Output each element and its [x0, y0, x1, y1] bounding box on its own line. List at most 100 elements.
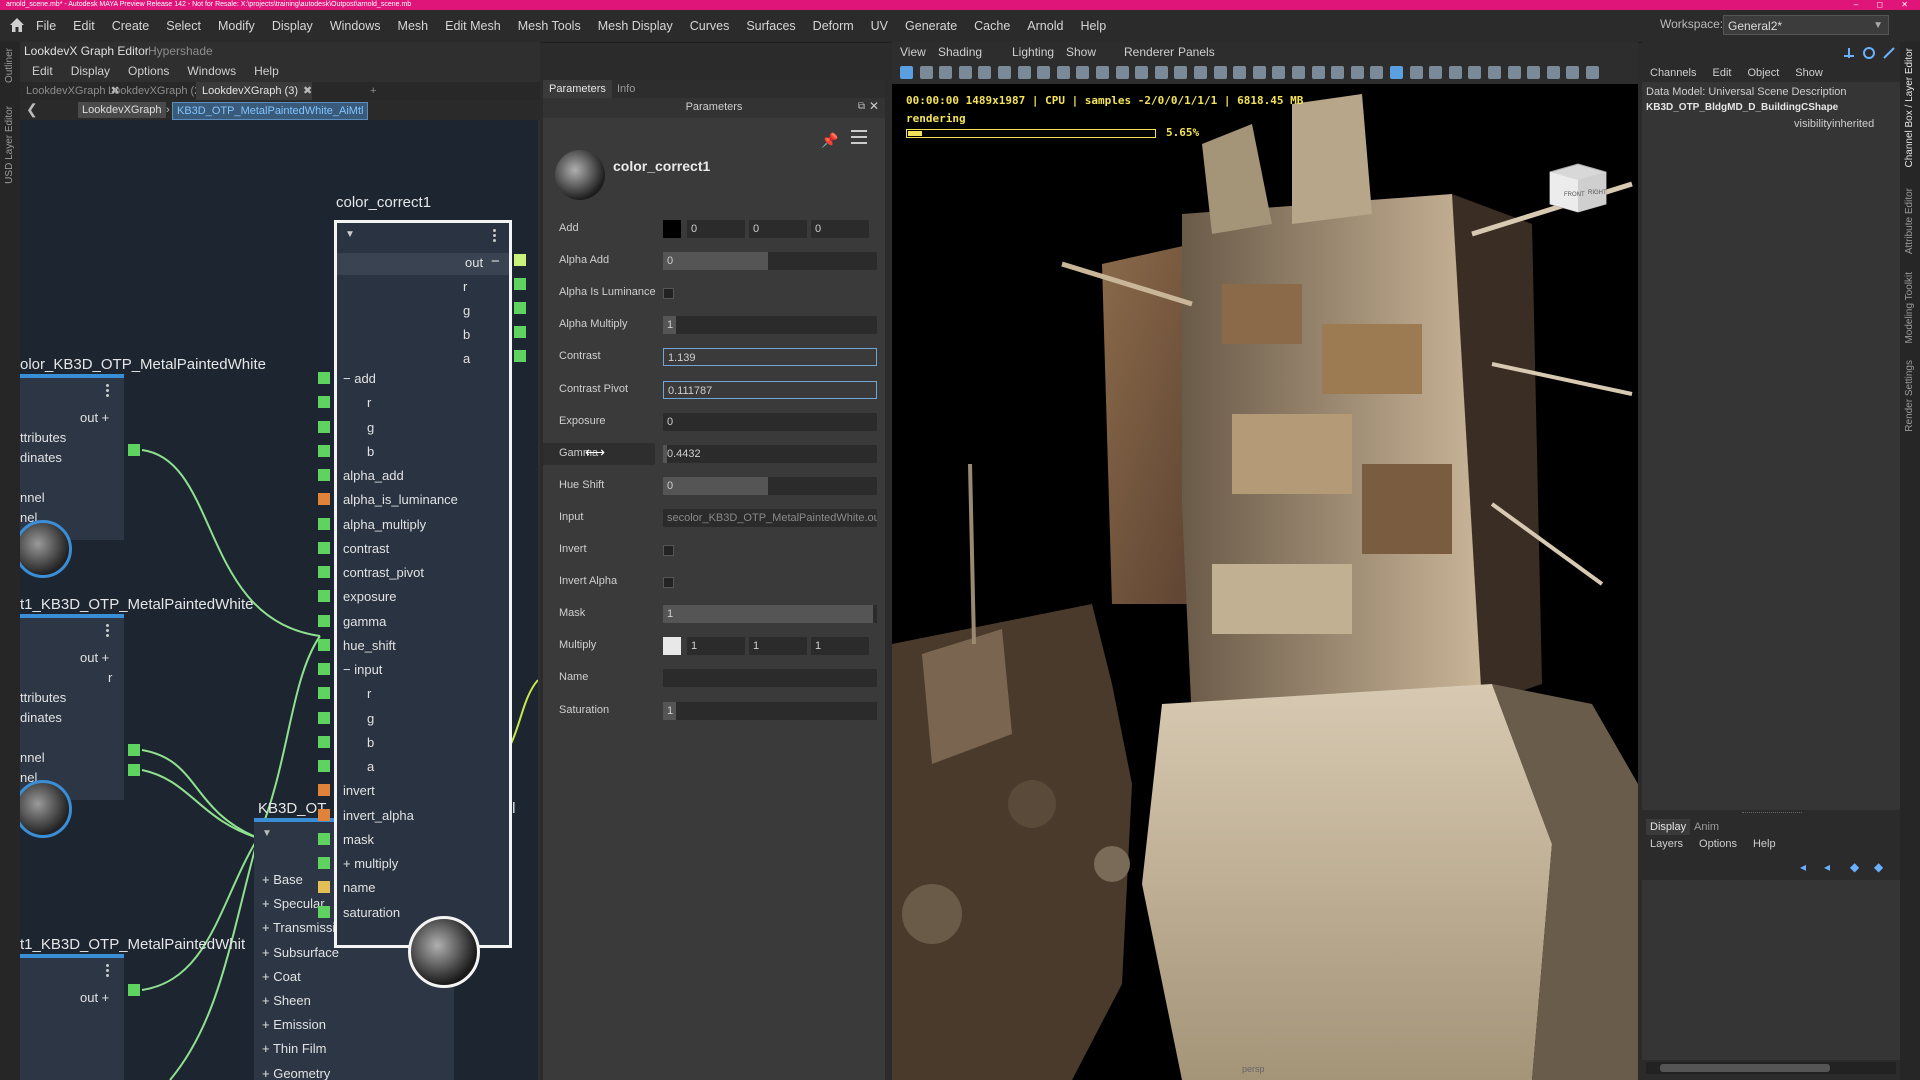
layer-menu-layers[interactable]: Layers — [1650, 838, 1683, 856]
ao-icon[interactable] — [1154, 66, 1168, 79]
expand-icon[interactable]: + — [262, 945, 273, 960]
input-port[interactable] — [318, 857, 330, 869]
safe-area-icon[interactable] — [1037, 66, 1051, 79]
tab-display[interactable]: Display — [1646, 819, 1691, 835]
hamburger-menu-icon[interactable] — [851, 130, 867, 148]
collapse-icon[interactable]: ▼ — [345, 229, 355, 240]
back-arrow-icon[interactable]: ❮ — [26, 101, 38, 118]
param-field[interactable]: 0 — [663, 412, 877, 431]
param-field[interactable]: 1.139 — [663, 348, 877, 367]
visibility-attr-value[interactable]: inherited — [1832, 118, 1874, 130]
menu-help[interactable]: Help — [1080, 19, 1106, 33]
input-port[interactable] — [318, 566, 330, 578]
r-port[interactable] — [128, 764, 140, 776]
resolution-gate-icon[interactable] — [1409, 66, 1423, 79]
outliner-tab[interactable]: Outliner — [4, 48, 15, 83]
modeling-toolkit-tab[interactable]: Modeling Toolkit — [1904, 272, 1915, 344]
param-field[interactable] — [663, 669, 877, 688]
grid-icon[interactable] — [1370, 66, 1384, 79]
expand-icon[interactable]: + — [262, 920, 273, 935]
param-field[interactable]: 1 — [663, 701, 877, 720]
material-group[interactable]: + Emission — [262, 1017, 326, 1032]
lookdev-menu-display[interactable]: Display — [71, 64, 110, 78]
menu-create[interactable]: Create — [112, 19, 150, 33]
render-view[interactable]: 00:00:00 1489x1987 | CPU | samples -2/0/… — [892, 84, 1638, 1080]
shadows-icon[interactable] — [1527, 66, 1541, 79]
render-settings-tab[interactable]: Render Settings — [1904, 360, 1915, 432]
material-group[interactable]: + Base — [262, 872, 303, 887]
panel-splitter[interactable] — [1742, 812, 1802, 816]
menu-modify[interactable]: Modify — [218, 19, 255, 33]
camera-icon[interactable] — [919, 66, 933, 79]
attribute-editor-tab[interactable]: Attribute Editor — [1904, 188, 1915, 254]
textured-icon[interactable] — [1096, 66, 1109, 79]
viewport-menu-show[interactable]: Show — [1066, 45, 1096, 59]
xray-icon[interactable] — [1213, 66, 1227, 79]
menu-cache[interactable]: Cache — [974, 19, 1010, 33]
motion-blur-icon[interactable] — [1566, 66, 1580, 79]
color-correct-node[interactable]: ▼ out − r g b a − add r g b alpha_add alpha_is_lu… — [334, 220, 512, 948]
param-field[interactable]: 0.4432 — [663, 444, 877, 463]
color-component-field[interactable]: 1 — [749, 637, 807, 656]
layer-menu-options[interactable]: Options — [1699, 838, 1737, 856]
param-field[interactable]: 0.111787 — [663, 380, 877, 399]
menu-deform[interactable]: Deform — [813, 19, 854, 33]
shadows-icon[interactable] — [1135, 66, 1149, 79]
channelbox-menu-show[interactable]: Show — [1795, 67, 1823, 79]
out-port[interactable] — [514, 254, 526, 266]
move-layer-down-icon[interactable]: ◂ — [1824, 860, 1830, 874]
expand-icon[interactable]: + — [262, 872, 273, 887]
new-layer-icon[interactable]: ◆ — [1850, 860, 1859, 874]
viewport-menu-view[interactable]: View — [900, 45, 926, 59]
expand-icon[interactable]: + — [262, 1017, 273, 1032]
input-port[interactable] — [318, 469, 330, 481]
viewport-menu-panels[interactable]: Panels — [1178, 45, 1215, 59]
color-component-field[interactable]: 0 — [749, 220, 807, 238]
viewcube-icon[interactable]: FRONT RIGHT — [1544, 158, 1610, 214]
float-window-icon[interactable]: ⧉ — [858, 101, 865, 112]
grid-icon[interactable] — [978, 66, 992, 79]
param-field[interactable]: 1 — [663, 316, 877, 335]
tab-parameters[interactable]: Parameters — [543, 80, 612, 98]
expand-icon[interactable]: + — [262, 993, 273, 1008]
workspace-select[interactable]: General2* ▼ — [1723, 15, 1889, 35]
param-checkbox[interactable] — [663, 577, 674, 589]
select-tool-icon[interactable] — [900, 66, 913, 79]
lookdev-menu-edit[interactable]: Edit — [32, 64, 53, 78]
collapse-icon[interactable]: ▼ — [262, 828, 272, 839]
wireframe-icon[interactable] — [1056, 66, 1070, 79]
wireframe-icon[interactable] — [1448, 66, 1462, 79]
param-field[interactable]: 0 — [663, 252, 877, 271]
edit-icon[interactable] — [1882, 46, 1896, 60]
color-component-field[interactable]: 1 — [811, 637, 869, 656]
color-correct-title[interactable]: color_correct1 — [336, 194, 431, 211]
new-layer-selected-icon[interactable]: ◆ — [1874, 860, 1883, 874]
node-menu-icon[interactable] — [106, 624, 109, 638]
smooth-shade-icon[interactable] — [1076, 66, 1090, 79]
material-group[interactable]: + Thin Film — [262, 1041, 326, 1056]
usd-layer-editor-tab[interactable]: USD Layer Editor — [4, 106, 15, 184]
out-channel-port[interactable] — [514, 302, 526, 314]
texture-node-1[interactable]: out + ttributes dinates nnel nel — [20, 374, 124, 540]
safe-area-icon[interactable] — [1429, 66, 1443, 79]
hud-icon[interactable] — [1252, 66, 1266, 79]
lookdev-menu-help[interactable]: Help — [254, 64, 279, 78]
out-channel-port[interactable] — [514, 350, 526, 362]
render-icon[interactable] — [1272, 66, 1286, 79]
input-port[interactable] — [318, 420, 330, 433]
lights-icon[interactable] — [1507, 66, 1521, 79]
lights-icon[interactable] — [1115, 66, 1129, 79]
aa-icon[interactable] — [1194, 66, 1207, 79]
add-tab-button[interactable]: + — [364, 82, 376, 100]
input-port[interactable] — [318, 760, 330, 772]
input-port[interactable] — [318, 638, 330, 651]
smooth-shade-icon[interactable] — [1468, 66, 1482, 79]
menu-generate[interactable]: Generate — [905, 19, 957, 33]
viewport-menu-shading[interactable]: Shading — [938, 45, 982, 59]
menu-arnold[interactable]: Arnold — [1027, 19, 1063, 33]
material-group[interactable]: + Sheen — [262, 993, 311, 1008]
param-field[interactable]: 0 — [663, 476, 877, 495]
menu-mesh-tools[interactable]: Mesh Tools — [518, 19, 581, 33]
image-plane-icon[interactable] — [1350, 66, 1364, 79]
param-checkbox[interactable] — [663, 545, 674, 556]
